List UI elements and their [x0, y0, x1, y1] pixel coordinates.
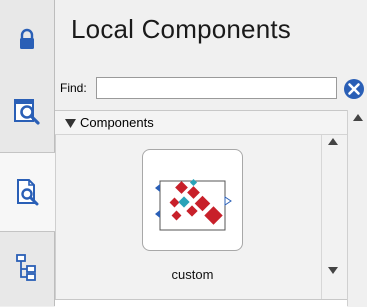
panel-scroll-up-arrow-icon[interactable] [353, 114, 363, 121]
custom-component-icon [155, 178, 232, 231]
local-components-icon [17, 179, 39, 206]
tab-lock[interactable] [0, 2, 54, 76]
components-group-header[interactable]: Components [55, 111, 347, 135]
components-tree: Components custom [55, 110, 347, 307]
list-scrollbar[interactable] [321, 135, 344, 299]
lock-icon [20, 28, 34, 49]
list-border [55, 135, 56, 299]
scroll-down-arrow-icon[interactable] [328, 267, 338, 274]
component-label-custom: custom [171, 267, 214, 282]
side-tab-strip [0, 0, 56, 306]
panel-title: Local Components [71, 14, 291, 44]
components-group-label: Components [80, 115, 154, 130]
component-tile-custom[interactable] [142, 149, 243, 251]
clear-x-icon [344, 79, 364, 99]
tab-local-components[interactable] [0, 152, 56, 232]
scroll-up-arrow-icon[interactable] [328, 138, 338, 145]
clear-find-button[interactable] [343, 78, 365, 100]
expand-triangle-icon[interactable] [65, 119, 76, 128]
panel-scrollbar[interactable] [347, 110, 367, 306]
find-row: Find: [55, 72, 367, 102]
tab-hierarchy[interactable] [0, 234, 54, 300]
hierarchy-tree-icon [16, 254, 36, 281]
find-input[interactable] [96, 77, 337, 99]
library-browser-icon [14, 99, 40, 125]
components-list: custom [55, 135, 347, 299]
list-divider [55, 299, 347, 300]
local-components-panel: Local Components Find: Components custom [55, 0, 367, 307]
find-label: Find: [60, 81, 87, 95]
tab-library[interactable] [0, 78, 54, 144]
